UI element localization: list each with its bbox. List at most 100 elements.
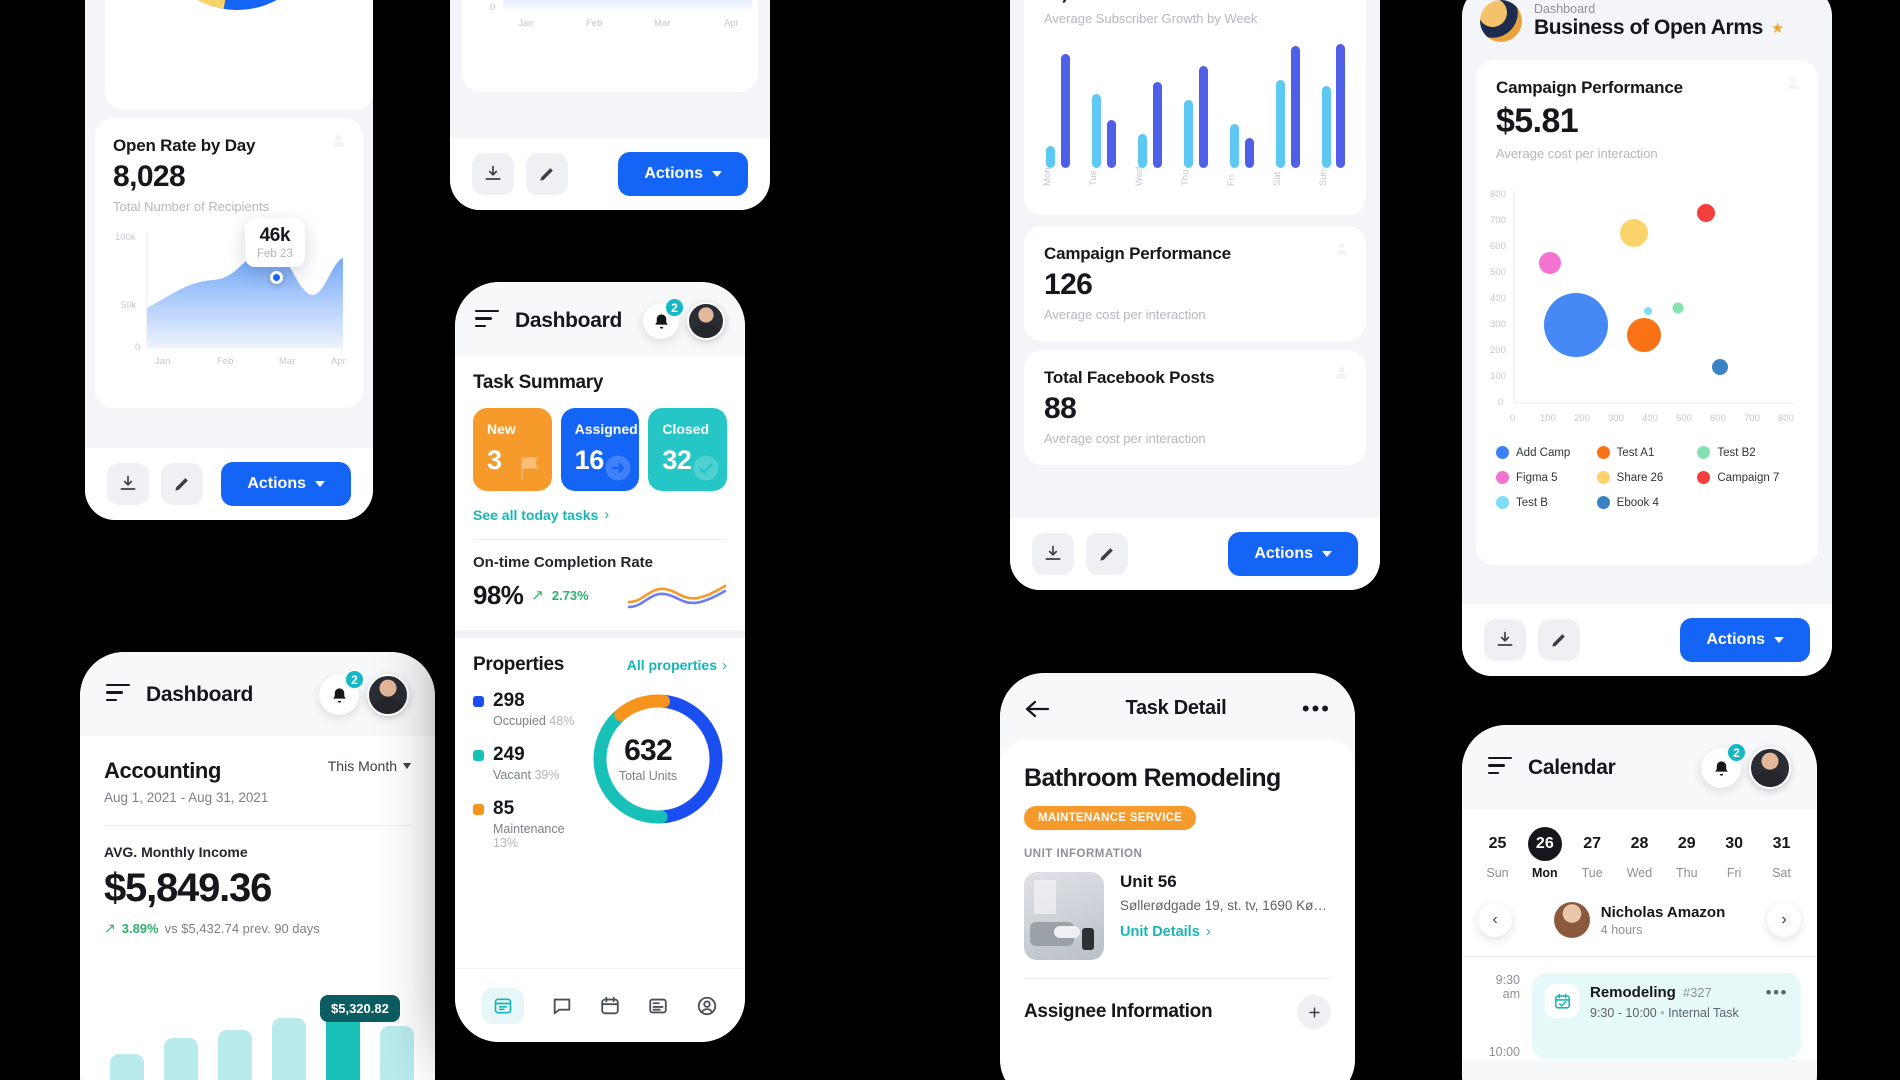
avatar[interactable] [687,302,725,340]
bell-icon [1714,760,1728,776]
hamburger-icon[interactable] [475,309,499,333]
calendar-check-icon [1554,993,1570,1009]
edit-button[interactable] [526,153,568,195]
top-middle-actionbar: Actions [450,138,770,210]
plus-icon [1308,1006,1320,1018]
download-button[interactable] [1032,533,1074,575]
notifications-button[interactable]: 2 [643,297,685,339]
range-selector[interactable]: This Month [328,758,411,774]
event-time: 9:30 - 10:00 [1590,1006,1657,1020]
download-button[interactable] [1484,619,1526,661]
legend-pct: 39% [534,768,560,782]
legend-label: Figma 5 [1516,471,1558,484]
property-legend-item: 249 Vacant 39% [473,744,581,782]
hamburger-icon[interactable] [106,683,130,707]
star-icon[interactable]: ★ [1771,19,1784,37]
more-horizontal-icon[interactable]: ••• [1766,984,1788,1001]
see-all-tasks-link[interactable]: See all today tasks › [473,506,727,523]
legend-count: 298 [493,690,525,711]
calendar-event[interactable]: Remodeling #327 ••• 9:30 - 10:00 • Inter… [1532,973,1801,1059]
open-rate-title: Open Rate by Day [113,136,256,155]
task-tile-closed[interactable]: Closed 32 [648,408,728,491]
day-label: Tue [1581,866,1603,880]
task-tile-assigned[interactable]: Assigned 16 [560,408,640,491]
notifications-button[interactable]: 2 [319,669,365,715]
tab-news[interactable] [647,995,669,1017]
svg-text:Mar: Mar [654,18,670,29]
open-arms-card-subtitle: Average cost per interaction [1496,146,1658,161]
edit-button[interactable] [1538,619,1580,661]
dashboard-phone-header: Dashboard 2 [455,282,745,356]
edit-button[interactable] [161,463,203,505]
open-rate-tooltip-value: 46k [259,225,291,246]
legend-item: Campaign 7 [1697,471,1798,484]
calendar-day[interactable]: 27 Tue [1573,827,1612,880]
legend-label: Share 26 [1616,471,1664,484]
unit-details-link[interactable]: Unit Details › [1120,923,1331,940]
open-arms-chart-card: Campaign Performance $5.81 Average cost … [1476,60,1818,565]
download-button[interactable] [107,463,149,505]
avatar[interactable] [367,674,409,716]
notifications-button[interactable]: 2 [1701,742,1747,788]
actions-button[interactable]: Actions [618,152,748,196]
prev-person-button[interactable]: ‹ [1478,903,1512,937]
next-person-button[interactable]: › [1767,903,1801,937]
download-button[interactable] [472,153,514,195]
tab-profile[interactable] [696,995,718,1017]
calendar-body: 25 Sun 26 Mon 27 Tue 28 Wed 29 Thu 30 Fr… [1462,809,1817,1059]
tab-dashboard[interactable] [482,987,525,1024]
donut-chart-card: 1.4k [105,0,373,110]
unit-row[interactable]: Unit 56 Søllerødgade 19, st. tv, 1690 Kø… [1024,872,1331,960]
svg-text:500: 500 [1490,267,1506,278]
svg-text:700: 700 [1490,215,1506,226]
arrow-left-icon[interactable] [1024,698,1050,720]
svg-text:Sun: Sun [1318,169,1329,186]
more-horizontal-icon[interactable]: ••• [1302,697,1331,719]
day-label: Sat [1772,866,1791,880]
svg-text:0: 0 [490,2,495,13]
divider [104,825,411,826]
tab-calendar[interactable] [599,995,621,1017]
pencil-icon [1552,634,1565,647]
schedule-row: 9:30 am 10:00 Remodeling #327 ••• 9:30 -… [1478,957,1801,1059]
chevron-right-icon: › [722,656,727,674]
calendar-day[interactable]: 29 Thu [1667,827,1706,880]
legend-swatch [1596,496,1610,509]
actions-label: Actions [247,475,306,492]
actions-button[interactable]: Actions [1228,532,1358,576]
calendar-phone: Calendar 2 25 Sun 26 Mon 27 Tue 28 Wed 2… [1462,725,1817,1080]
calendar-day[interactable]: 25 Sun [1478,827,1517,880]
accounting-body: Accounting Aug 1, 2021 - Aug 31, 2021 Th… [80,736,435,937]
hamburger-icon[interactable] [1488,756,1512,780]
avatar[interactable] [1749,747,1791,789]
person-avatar [1553,902,1590,938]
assignee-strip: ‹ Nicholas Amazon 4 hours › [1478,902,1801,938]
assignee-information-label: Assignee Information [1024,1001,1213,1022]
actions-button[interactable]: Actions [221,462,351,506]
day-number: 30 [1725,835,1744,852]
notification-badge: 2 [664,297,685,318]
legend-item: Figma 5 [1496,471,1597,484]
calendar-day[interactable]: 31 Sat [1762,827,1801,880]
page-title: Business of Open Arms [1534,16,1763,39]
add-assignee-button[interactable] [1297,995,1331,1029]
calendar-day[interactable]: 30 Fri [1715,827,1754,880]
svg-text:Feb: Feb [586,18,602,29]
calendar-day[interactable]: 28 Wed [1620,827,1659,880]
calendar-day-selected[interactable]: 26 Mon [1525,827,1564,880]
svg-text:600: 600 [1710,413,1726,424]
legend-swatch [473,803,484,815]
tab-chat[interactable] [551,995,573,1017]
all-properties-link[interactable]: All properties › [627,657,727,674]
breadcrumb: Dashboard [1534,2,1596,16]
task-tile-new[interactable]: New 3 [473,408,552,491]
page-title: Calendar [1528,756,1616,779]
tile-label: New [487,421,516,437]
edit-button[interactable] [1086,533,1128,575]
unit-information-label: UNIT INFORMATION [1024,848,1143,860]
open-rate-value: 8,028 [113,160,186,193]
bar-tooltip-value: $5,320.82 [331,1001,389,1016]
svg-text:0: 0 [135,342,140,353]
actions-button[interactable]: Actions [1680,618,1810,662]
task-summary-section: Task Summary New 3 Assigned 16 Closed 32… [455,356,745,614]
